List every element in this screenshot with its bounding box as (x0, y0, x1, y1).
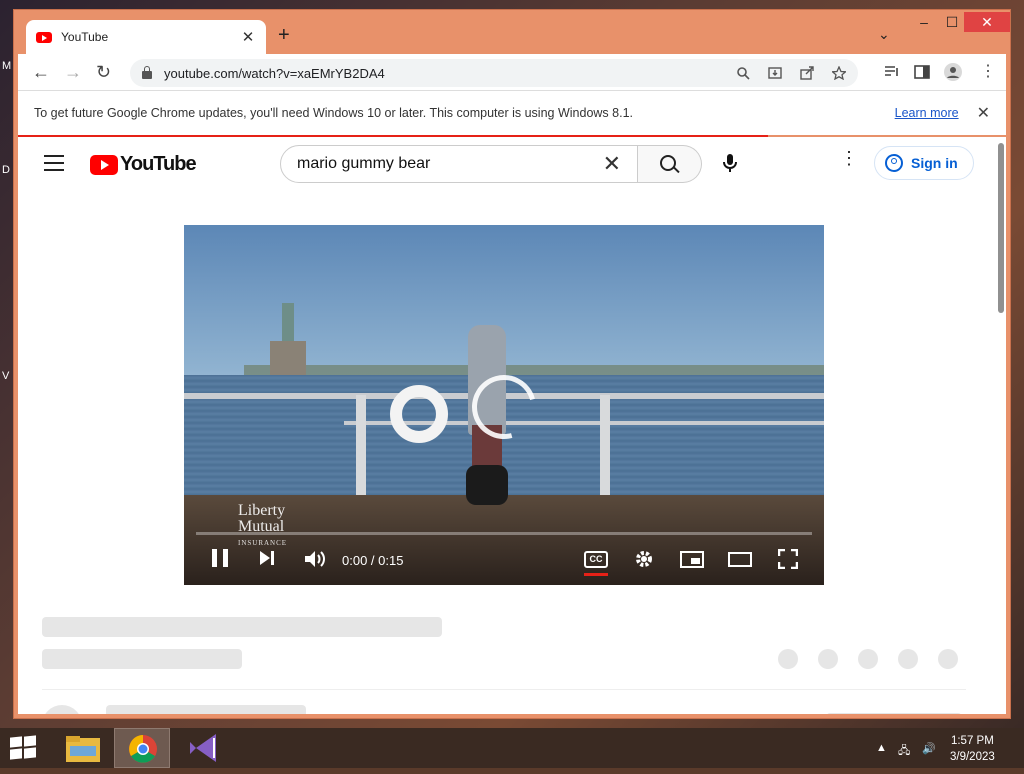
install-icon[interactable] (768, 66, 782, 80)
action-placeholder (898, 649, 918, 669)
video-scene (466, 465, 508, 505)
subscribe-placeholder (826, 713, 962, 714)
system-clock[interactable]: 1:57 PM 3/9/2023 (950, 733, 995, 765)
youtube-favicon-icon (36, 31, 52, 43)
show-hidden-icons-icon[interactable]: ▲ (876, 742, 887, 754)
forward-button[interactable]: → (64, 62, 82, 82)
network-icon[interactable]: 🖧 (898, 742, 910, 761)
visual-studio-icon[interactable] (176, 728, 232, 768)
bookmark-star-icon[interactable] (832, 66, 846, 80)
theater-mode-button[interactable] (728, 552, 752, 567)
video-scene (282, 303, 294, 343)
share-icon[interactable] (800, 66, 814, 80)
search-button[interactable] (638, 145, 702, 183)
action-placeholder (818, 649, 838, 669)
desktop-edge-text: V (2, 370, 10, 382)
meta-placeholder (42, 649, 242, 669)
chrome-icon[interactable] (114, 728, 170, 768)
clock-date: 3/9/2023 (950, 751, 995, 763)
page-scrollbar[interactable] (998, 143, 1004, 313)
video-scene (600, 395, 610, 495)
video-time: 0:00 / 0:15 (342, 553, 404, 568)
subtitles-active-indicator (584, 573, 608, 576)
search-icon[interactable] (736, 66, 750, 80)
minimize-button[interactable]: – (910, 12, 938, 32)
brand-line-1: Liberty (238, 502, 286, 519)
new-tab-button[interactable]: + (278, 24, 290, 47)
start-icon[interactable] (10, 735, 36, 760)
video-player[interactable]: Liberty Mutual INSURANCE 0:00 / 0:15 CC (184, 225, 824, 585)
infobar-message: To get future Google Chrome updates, you… (34, 106, 633, 120)
avatar-placeholder (42, 705, 82, 714)
divider (42, 689, 966, 690)
microphone-icon[interactable] (718, 151, 742, 175)
tab-close-button[interactable]: ✕ (240, 28, 256, 46)
side-panel-icon[interactable] (914, 65, 930, 79)
infobar-close-button[interactable]: ✕ (977, 103, 990, 123)
tab-title: YouTube (61, 30, 109, 44)
search-icon (660, 155, 676, 171)
tab-search-button[interactable]: ⌄ (878, 26, 890, 43)
sign-in-label: Sign in (911, 155, 958, 171)
youtube-play-icon (90, 154, 118, 175)
youtube-page: YouTube mario gummy bear ✕ ⋮ Sign in Lib… (18, 137, 1006, 714)
update-infobar: To get future Google Chrome updates, you… (18, 90, 1006, 135)
taskbar: ▲ 🖧 🔊 1:57 PM 3/9/2023 (0, 728, 1024, 768)
tab-youtube[interactable]: YouTube ✕ (26, 20, 266, 54)
hamburger-menu-icon[interactable] (44, 155, 64, 176)
desktop-edge-text: M (2, 60, 12, 72)
url-text[interactable]: youtube.com/watch?v=xaEMrYB2DA4 (164, 66, 718, 81)
channel-placeholder (106, 705, 306, 714)
subtitles-button[interactable]: CC (584, 551, 608, 568)
profile-icon[interactable] (944, 63, 962, 81)
search-query[interactable]: mario gummy bear (297, 155, 603, 173)
learn-more-link[interactable]: Learn more (895, 106, 959, 120)
title-placeholder (42, 617, 442, 637)
video-scene (356, 395, 366, 495)
pause-button[interactable] (212, 549, 230, 567)
address-bar[interactable]: youtube.com/watch?v=xaEMrYB2DA4 (130, 59, 858, 87)
video-progress-bar[interactable] (196, 532, 812, 535)
settings-gear-icon[interactable] (634, 549, 654, 569)
reload-button[interactable]: ↻ (96, 62, 111, 82)
volume-icon[interactable] (304, 549, 326, 569)
chrome-window: YouTube ✕ + ⌄ – ☐ ✕ ← → ↻ youtube.com/wa… (13, 9, 1011, 719)
back-button[interactable]: ← (32, 62, 50, 82)
volume-tray-icon[interactable]: 🔊 (922, 742, 936, 755)
player-controls: 0:00 / 0:15 CC (184, 541, 824, 581)
desktop-edge-text: D (2, 164, 10, 176)
file-explorer-icon[interactable] (56, 728, 112, 768)
reading-list-icon[interactable] (884, 65, 900, 79)
account-icon (885, 154, 903, 172)
clear-search-button[interactable]: ✕ (603, 151, 621, 177)
youtube-logo-text: YouTube (120, 153, 197, 175)
next-button[interactable] (258, 549, 276, 567)
miniplayer-button[interactable] (680, 551, 704, 568)
fullscreen-button[interactable] (778, 549, 798, 569)
video-scene (270, 341, 306, 375)
search-input[interactable]: mario gummy bear ✕ (280, 145, 638, 183)
title-bar: YouTube ✕ + ⌄ – ☐ ✕ (14, 10, 1010, 54)
sign-in-button[interactable]: Sign in (874, 146, 974, 180)
clock-time: 1:57 PM (950, 735, 994, 747)
action-placeholder (858, 649, 878, 669)
action-placeholder (938, 649, 958, 669)
browser-toolbar: ← → ↻ youtube.com/watch?v=xaEMrYB2DA4 ⋮ (18, 54, 1006, 90)
settings-kebab-icon[interactable]: ⋮ (840, 149, 858, 167)
close-window-button[interactable]: ✕ (964, 12, 1010, 32)
youtube-logo[interactable]: YouTube (90, 153, 197, 176)
chrome-menu-icon[interactable]: ⋮ (980, 62, 996, 82)
lock-icon (142, 66, 152, 79)
video-scene (244, 365, 824, 375)
video-scene (390, 385, 448, 443)
action-placeholder (778, 649, 798, 669)
maximize-button[interactable]: ☐ (938, 12, 966, 32)
